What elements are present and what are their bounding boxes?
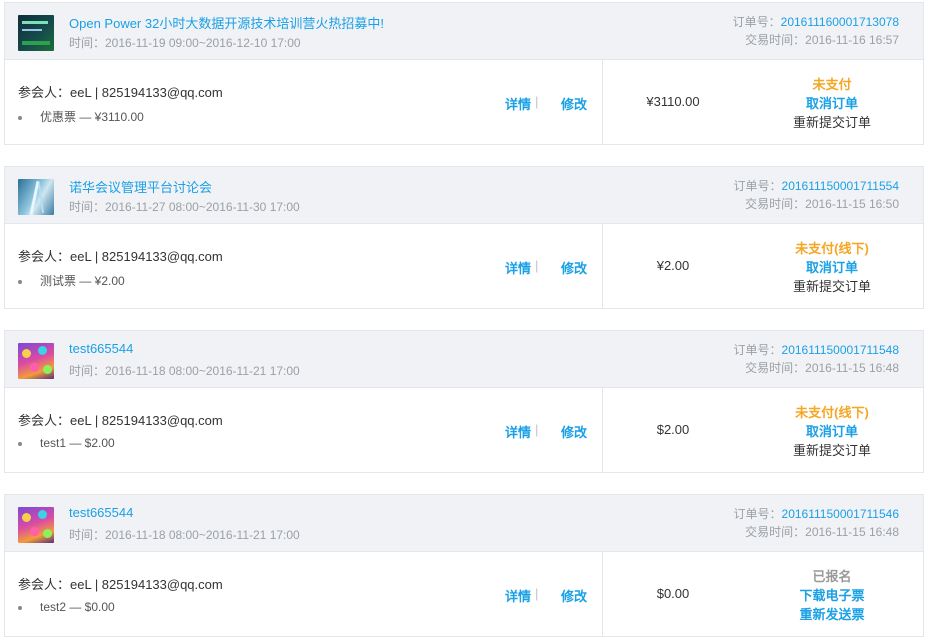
order-body: 参会人：eeL | 825194133@qq.com test1 — $2.00… — [5, 388, 923, 472]
order-price: $2.00 — [656, 422, 690, 437]
order-number-link[interactable]: 201611150001711554 — [782, 179, 899, 193]
edit-link[interactable]: 修改 — [561, 422, 587, 441]
link-separator: | — [535, 586, 539, 601]
order-number: 订单号：201611150001711548 — [733, 343, 899, 357]
detail-link[interactable]: 详情 — [505, 586, 531, 605]
edit-link[interactable]: 修改 — [561, 258, 587, 277]
event-thumbnail[interactable] — [18, 15, 54, 51]
event-thumbnail[interactable] — [18, 343, 54, 379]
event-thumbnail[interactable] — [18, 507, 54, 543]
ticket-text: test1 — $2.00 — [40, 436, 115, 450]
order-body: 参会人：eeL | 825194133@qq.com test2 — $0.00… — [5, 552, 923, 636]
ticket-item: 测试票 — ¥2.00 — [18, 272, 125, 289]
resubmit-order-link[interactable]: 重新提交订单 — [743, 276, 921, 295]
order-card: Open Power 32小时大数据开源技术培训营火热招募中! 时间：2016-… — [4, 2, 924, 145]
resend-ticket-link[interactable]: 重新发送票 — [743, 604, 921, 623]
bullet-icon — [18, 279, 22, 284]
event-time: 时间：2016-11-18 08:00~2016-11-21 17:00 — [69, 364, 300, 378]
ticket-item: test1 — $2.00 — [18, 436, 115, 450]
ticket-item: test2 — $0.00 — [18, 600, 115, 614]
trade-time: 交易时间：2016-11-15 16:50 — [745, 197, 899, 211]
event-time: 时间：2016-11-18 08:00~2016-11-21 17:00 — [69, 528, 300, 542]
event-time: 时间：2016-11-19 09:00~2016-12-10 17:00 — [69, 36, 301, 50]
attendee-info: 参会人：eeL | 825194133@qq.com — [18, 249, 223, 264]
resubmit-order-link[interactable]: 重新提交订单 — [743, 440, 921, 459]
ticket-item: 优惠票 — ¥3110.00 — [18, 108, 144, 125]
order-number-link[interactable]: 201611150001711548 — [782, 343, 899, 357]
order-header: Open Power 32小时大数据开源技术培训营火热招募中! 时间：2016-… — [5, 3, 923, 60]
download-ticket-link[interactable]: 下载电子票 — [743, 585, 921, 604]
order-card: test665544 时间：2016-11-18 08:00~2016-11-2… — [4, 494, 924, 637]
order-body: 参会人：eeL | 825194133@qq.com 测试票 — ¥2.00 详… — [5, 224, 923, 308]
event-title-link[interactable]: Open Power 32小时大数据开源技术培训营火热招募中! — [69, 13, 384, 32]
order-card: test665544 时间：2016-11-18 08:00~2016-11-2… — [4, 330, 924, 473]
bullet-icon — [18, 441, 22, 446]
cancel-order-link[interactable]: 取消订单 — [743, 257, 921, 276]
cancel-order-link[interactable]: 取消订单 — [743, 93, 921, 112]
detail-link[interactable]: 详情 — [505, 422, 531, 441]
payment-status: 未支付(线下) — [795, 241, 869, 256]
order-price: $0.00 — [656, 586, 690, 601]
attendee-info: 参会人：eeL | 825194133@qq.com — [18, 85, 223, 100]
link-separator: | — [535, 422, 539, 437]
order-number: 订单号：201611150001711554 — [733, 179, 899, 193]
bullet-icon — [18, 605, 22, 610]
bullet-icon — [18, 115, 22, 120]
order-number: 订单号：201611160001713078 — [732, 15, 899, 29]
event-thumbnail[interactable] — [18, 179, 54, 215]
order-header: test665544 时间：2016-11-18 08:00~2016-11-2… — [5, 495, 923, 552]
ticket-text: test2 — $0.00 — [40, 600, 115, 614]
order-body: 参会人：eeL | 825194133@qq.com 优惠票 — ¥3110.0… — [5, 60, 923, 144]
order-header: test665544 时间：2016-11-18 08:00~2016-11-2… — [5, 331, 923, 388]
event-time: 时间：2016-11-27 08:00~2016-11-30 17:00 — [69, 200, 300, 214]
edit-link[interactable]: 修改 — [561, 94, 587, 113]
detail-link[interactable]: 详情 — [505, 258, 531, 277]
order-number-link[interactable]: 201611150001711546 — [782, 507, 899, 521]
link-separator: | — [535, 94, 539, 109]
detail-link[interactable]: 详情 — [505, 94, 531, 113]
order-header: 诺华会议管理平台讨论会 时间：2016-11-27 08:00~2016-11-… — [5, 167, 923, 224]
link-separator: | — [535, 258, 539, 273]
trade-time: 交易时间：2016-11-15 16:48 — [745, 361, 899, 375]
trade-time: 交易时间：2016-11-16 16:57 — [745, 33, 899, 47]
edit-link[interactable]: 修改 — [561, 586, 587, 605]
resubmit-order-link[interactable]: 重新提交订单 — [743, 112, 921, 131]
attendee-info: 参会人：eeL | 825194133@qq.com — [18, 577, 223, 592]
ticket-text: 测试票 — ¥2.00 — [40, 274, 125, 288]
order-number: 订单号：201611150001711546 — [733, 507, 899, 521]
cancel-order-link[interactable]: 取消订单 — [743, 421, 921, 440]
event-title-link[interactable]: test665544 — [69, 505, 133, 520]
trade-time: 交易时间：2016-11-15 16:48 — [745, 525, 899, 539]
order-price: ¥2.00 — [656, 258, 690, 273]
attendee-info: 参会人：eeL | 825194133@qq.com — [18, 413, 223, 428]
order-card: 诺华会议管理平台讨论会 时间：2016-11-27 08:00~2016-11-… — [4, 166, 924, 309]
payment-status: 未支付(线下) — [795, 405, 869, 420]
event-title-link[interactable]: test665544 — [69, 341, 133, 356]
payment-status: 未支付 — [812, 77, 852, 92]
registration-status: 已报名 — [812, 569, 852, 584]
ticket-text: 优惠票 — ¥3110.00 — [40, 110, 144, 124]
order-number-link[interactable]: 201611160001713078 — [781, 15, 899, 29]
order-price: ¥3110.00 — [646, 94, 700, 109]
event-title-link[interactable]: 诺华会议管理平台讨论会 — [69, 177, 212, 196]
